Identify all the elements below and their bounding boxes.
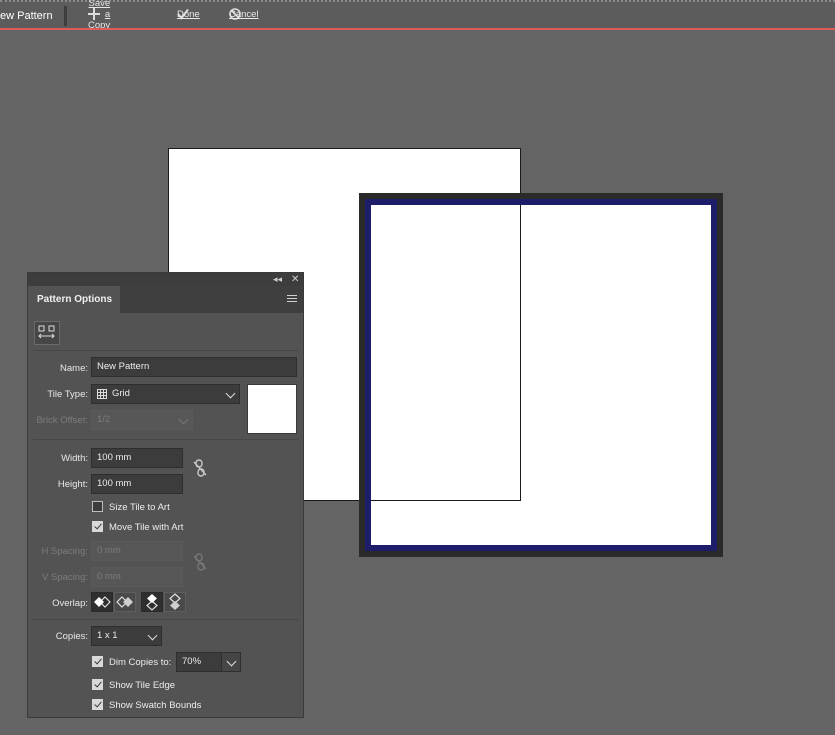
show-tile-edge-checkbox[interactable] xyxy=(92,679,103,690)
tile-preview xyxy=(247,384,297,434)
width-input[interactable]: 100 mm xyxy=(91,448,183,468)
panel-title-bar[interactable]: ◂◂ ✕ xyxy=(28,273,303,286)
top-in-front-icon xyxy=(146,594,158,611)
left-in-front-icon xyxy=(94,596,111,608)
pattern-tile-tool-icon xyxy=(38,325,55,339)
copies-select[interactable]: 1 x 1 xyxy=(91,626,162,646)
divider xyxy=(33,350,299,351)
copies-value: 1 x 1 xyxy=(97,630,118,641)
save-a-copy-button[interactable]: Save a Copy xyxy=(88,0,110,31)
grid-icon xyxy=(97,389,107,399)
artwork-edge-bottom xyxy=(371,500,521,501)
cancel-label: Cancel xyxy=(229,8,259,20)
tile-type-select[interactable]: Grid xyxy=(91,384,240,404)
tile-type-value: Grid xyxy=(112,388,130,399)
left-in-front-button[interactable] xyxy=(91,592,113,612)
mode-label: ew Pattern xyxy=(0,10,53,22)
copies-label: Copies: xyxy=(55,631,88,642)
pattern-edit-bar: ew Pattern Save a Copy Done Cancel xyxy=(0,0,835,31)
divider xyxy=(33,619,299,620)
right-in-front-button[interactable] xyxy=(114,592,136,612)
dim-copies-checkbox[interactable] xyxy=(92,656,103,667)
chevron-down-icon xyxy=(178,414,189,425)
save-a-copy-label: Save a Copy xyxy=(88,0,111,31)
pattern-mode-indicator-line xyxy=(0,28,835,30)
name-label: Name: xyxy=(60,363,88,374)
pattern-tile-tool-button[interactable] xyxy=(34,321,60,345)
show-swatch-bounds-label: Show Swatch Bounds xyxy=(109,700,202,711)
panel-tab-row: Pattern Options xyxy=(28,286,303,313)
done-label: Done xyxy=(177,8,200,20)
show-tile-edge-label: Show Tile Edge xyxy=(109,680,176,691)
size-tile-to-art-checkbox[interactable] xyxy=(92,501,103,512)
name-input[interactable]: New Pattern xyxy=(91,357,297,377)
cancel-button[interactable]: Cancel xyxy=(229,8,259,20)
move-tile-with-art-checkbox[interactable] xyxy=(92,521,103,532)
brick-offset-value: 1/2 xyxy=(97,414,111,425)
dim-copies-dropdown-button[interactable] xyxy=(221,652,241,672)
chevron-down-icon xyxy=(226,656,237,667)
v-spacing-input[interactable]: 0 mm xyxy=(91,567,183,587)
done-button[interactable]: Done xyxy=(177,8,200,20)
brick-offset-select[interactable]: 1/2 xyxy=(91,410,193,430)
unlink-icon[interactable] xyxy=(193,553,207,571)
brick-offset-label: Brick Offset: xyxy=(36,415,88,426)
bottom-in-front-icon xyxy=(169,593,181,610)
pattern-tile[interactable] xyxy=(371,205,711,545)
tab-pattern-options[interactable]: Pattern Options xyxy=(28,286,120,313)
pattern-options-panel: ◂◂ ✕ Pattern Options Name: New Pattern T… xyxy=(27,272,304,718)
v-spacing-label: V Spacing: xyxy=(42,572,88,583)
dim-copies-label: Dim Copies to: xyxy=(109,657,172,668)
height-input[interactable]: 100 mm xyxy=(91,474,183,494)
close-panel-icon[interactable]: ✕ xyxy=(291,274,299,285)
chevron-down-icon xyxy=(147,630,158,641)
top-in-front-button[interactable] xyxy=(141,592,163,612)
divider xyxy=(33,439,299,440)
move-tile-with-art-label: Move Tile with Art xyxy=(109,522,184,533)
h-spacing-label: H Spacing: xyxy=(41,546,88,557)
artwork-edge-right xyxy=(520,205,521,501)
tile-type-label: Tile Type: xyxy=(47,389,88,400)
panel-menu-icon[interactable] xyxy=(287,295,297,304)
right-in-front-icon xyxy=(116,596,133,608)
chevron-down-icon xyxy=(225,388,236,399)
size-tile-to-art-label: Size Tile to Art xyxy=(109,502,170,513)
bottom-in-front-button[interactable] xyxy=(164,592,186,612)
topbar-divider xyxy=(64,6,67,26)
h-spacing-input[interactable]: 0 mm xyxy=(91,541,183,561)
show-swatch-bounds-checkbox[interactable] xyxy=(92,699,103,710)
overlap-label: Overlap: xyxy=(52,598,88,609)
collapse-panel-icon[interactable]: ◂◂ xyxy=(273,274,282,285)
unlink-icon[interactable] xyxy=(193,459,207,477)
width-label: Width: xyxy=(61,453,88,464)
height-label: Height: xyxy=(57,479,88,490)
